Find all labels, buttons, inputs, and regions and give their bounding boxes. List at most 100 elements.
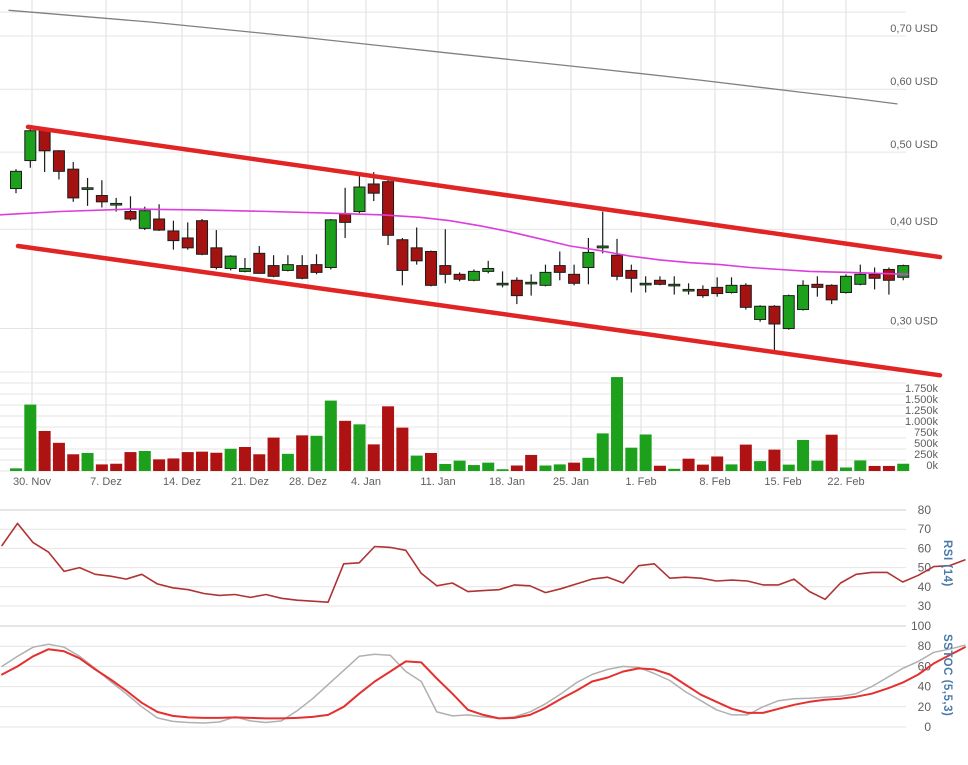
candle-body [554,266,565,273]
date-axis-label: 18. Jan [489,476,525,488]
date-axis-label: 22. Feb [827,476,864,488]
candle-body [239,268,250,271]
candle-body [783,296,794,329]
candle-body [282,265,293,271]
rsi-axis-label: 60 [918,541,932,555]
candle-body [812,284,823,287]
volume-bar [726,464,738,471]
candle-body [840,276,851,292]
candle-body [468,271,479,280]
candle-body [53,151,64,172]
volume-bar [282,454,294,471]
candle-body [68,169,79,198]
candle-body [597,246,608,248]
stock-chart[interactable]: 0,70 USD0,60 USD0,50 USD0,40 USD0,30 USD… [0,0,968,765]
volume-bar [768,450,780,471]
date-axis-label: 8. Feb [699,476,730,488]
volume-bar [96,464,108,471]
volume-bar [10,468,22,471]
volume-bar [797,440,809,471]
candle-body [425,251,436,285]
candle-body [211,248,222,268]
price-axis-label: 0,50 USD [890,139,938,151]
candle-body [368,184,379,193]
volume-bar [124,452,136,471]
price-axis-label: 0,70 USD [890,23,938,35]
volume-bar [382,406,394,471]
candle-body [497,283,508,285]
volume-bar [325,401,337,471]
volume-bar [597,433,609,471]
volume-bar [425,453,437,471]
candle-body [526,282,537,284]
volume-bar [754,461,766,471]
volume-bar [210,453,222,471]
volume-bar [568,463,580,471]
date-axis-label: 15. Feb [764,476,801,488]
volume-bar [196,452,208,471]
date-axis-label: 28. Dez [289,476,327,488]
rsi-axis-label: 30 [918,599,932,613]
candle-body [654,280,665,284]
volume-bar [697,465,709,471]
volume-bar [511,466,523,472]
candle-body [440,266,451,275]
candle-body [855,274,866,284]
candle-body [697,289,708,295]
trend-channel-upper-line [28,127,940,257]
volume-bar [353,424,365,471]
volume-bar [182,452,194,471]
price-axis-label: 0,60 USD [890,76,938,88]
candle-body [182,238,193,248]
volume-bar [311,436,323,471]
price-axis-label: 0,30 USD [890,316,938,328]
candle-body [96,196,107,202]
volume-bar [396,428,408,471]
rsi-line [2,523,965,602]
candle-body [626,270,637,278]
candle-body [726,285,737,292]
volume-bar [39,431,51,471]
moving-average-long-line [9,10,897,104]
date-axis-label: 7. Dez [90,476,122,488]
candle-body [82,188,93,190]
stoch-slow-line [2,647,965,718]
volume-bar [840,467,852,471]
candle-body [11,171,22,188]
volume-bar [611,377,623,471]
candle-body [612,255,623,276]
candle-body [268,266,279,277]
volume-bar [883,466,895,471]
volume-bar [640,434,652,471]
volume-bar [897,464,909,471]
candle-body [125,212,136,219]
candle-body [740,285,751,307]
candle-body [25,131,36,161]
candle-body [454,274,465,279]
candle-body [511,280,522,295]
volume-bar [525,455,537,471]
volume-bar [811,461,823,471]
candle-body [483,268,494,271]
volume-bar [268,438,280,471]
candle-body [139,211,150,229]
volume-bar [497,469,509,471]
volume-bar [625,448,637,471]
candle-body [225,256,236,268]
candle-body [311,265,322,273]
candle-body [111,203,122,205]
volume-bar [153,459,165,471]
volume-bar [110,464,122,471]
chart-canvas[interactable]: 0,70 USD0,60 USD0,50 USD0,40 USD0,30 USD… [0,0,968,765]
candle-body [383,182,394,236]
volume-bar [296,435,308,471]
stoch-axis-label: 40 [918,680,932,694]
candle-body [154,219,165,230]
volume-bar [24,405,36,471]
volume-bar [554,464,566,471]
date-axis-label: 30. Nov [13,476,51,488]
volume-bar [139,451,151,471]
volume-bar [454,461,466,471]
candle-body [39,130,50,151]
volume-bar [225,449,237,471]
